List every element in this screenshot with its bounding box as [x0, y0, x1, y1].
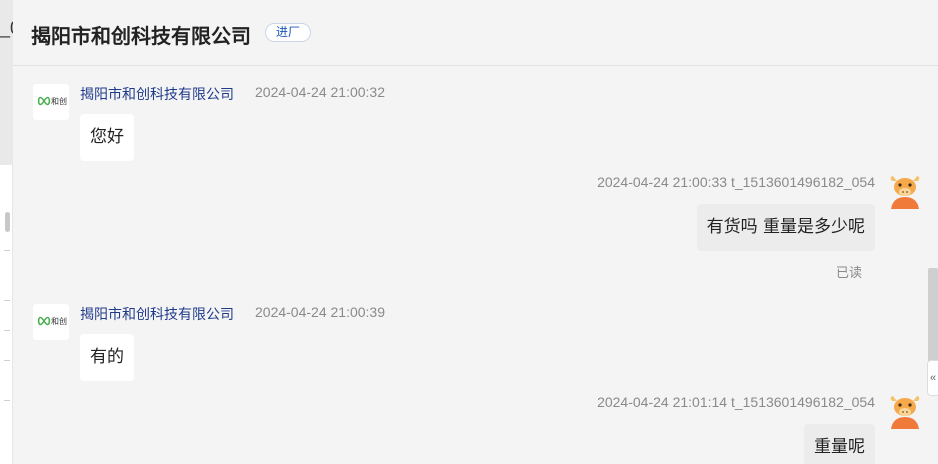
background-divider	[4, 250, 10, 251]
sender-name[interactable]: 揭阳市和创科技有限公司	[80, 304, 234, 324]
double-chevron-left-icon: «	[929, 372, 937, 384]
user-avatar[interactable]	[887, 173, 923, 209]
bull-mascot-icon	[890, 176, 920, 209]
chat-header: 揭阳市和创科技有限公司 进厂	[13, 0, 938, 66]
chat-window: _0 揭阳市和创科技有限公司 进厂 和创 揭阳市和创科技有限公司 2024-04…	[0, 0, 938, 464]
company-avatar[interactable]: 和创	[33, 304, 69, 340]
company-avatar-label: 和创	[51, 97, 67, 106]
background-divider	[4, 400, 10, 401]
message-bubble[interactable]: 重量呢	[804, 424, 875, 464]
message-list[interactable]: 和创 揭阳市和创科技有限公司 2024-04-24 21:00:32 您好 20…	[13, 66, 938, 464]
user-avatar[interactable]	[887, 393, 923, 429]
background-divider	[4, 300, 10, 301]
read-status: 已读	[836, 266, 863, 281]
infinity-logo-icon	[37, 316, 51, 326]
message-bubble[interactable]: 有货吗 重量是多少呢	[696, 204, 875, 251]
company-avatar-label: 和创	[51, 317, 67, 326]
message-bubble[interactable]: 您好	[80, 114, 134, 161]
background-tab-fragment: _0	[0, 0, 20, 165]
status-badge: 进厂	[265, 23, 312, 42]
message-time: 2024-04-24 21:00:39	[255, 304, 385, 320]
message-time: 2024-04-24 21:00:32	[255, 84, 385, 100]
background-divider	[4, 360, 10, 361]
scrollbar-thumb[interactable]	[928, 268, 938, 368]
company-avatar[interactable]: 和创	[33, 84, 69, 120]
collapse-panel-button[interactable]: «	[927, 360, 938, 396]
background-window-strip: _0	[0, 0, 20, 464]
background-divider	[4, 330, 10, 331]
message-meta: 2024-04-24 21:00:33 t_1513601496182_054	[597, 174, 875, 190]
chat-title: 揭阳市和创科技有限公司	[31, 24, 251, 48]
background-scroll-thumb	[5, 212, 10, 232]
message-meta: 2024-04-24 21:01:14 t_1513601496182_054	[597, 394, 875, 410]
bull-mascot-icon	[890, 396, 920, 429]
sender-name[interactable]: 揭阳市和创科技有限公司	[80, 84, 234, 104]
infinity-logo-icon	[37, 96, 51, 106]
message-bubble[interactable]: 有的	[80, 334, 134, 381]
